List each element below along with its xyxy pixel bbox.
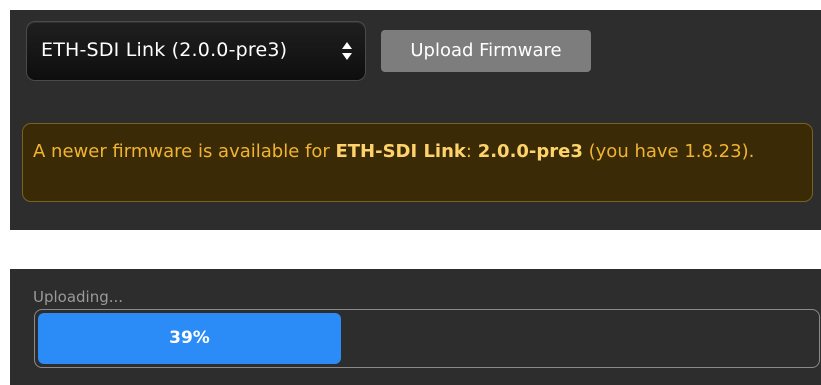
upload-progress-bar: 39% bbox=[34, 309, 820, 368]
up-down-arrows-icon bbox=[342, 42, 352, 60]
firmware-select[interactable]: ETH-SDI Link (2.0.0-pre3) bbox=[26, 21, 366, 81]
upload-progress-panel: Uploading... 39% bbox=[10, 269, 821, 385]
uploading-label: Uploading... bbox=[33, 288, 124, 306]
firmware-select-value: ETH-SDI Link (2.0.0-pre3) bbox=[41, 39, 288, 61]
alert-device-name: ETH-SDI Link bbox=[335, 141, 466, 162]
upload-progress-fill: 39% bbox=[38, 313, 341, 364]
upload-firmware-button[interactable]: Upload Firmware bbox=[381, 30, 591, 72]
alert-suffix: (you have 1.8.23). bbox=[582, 141, 755, 162]
alert-separator: : bbox=[465, 141, 478, 162]
alert-new-version: 2.0.0-pre3 bbox=[477, 141, 583, 162]
firmware-update-alert: A newer firmware is available for ETH-SD… bbox=[22, 123, 813, 202]
alert-prefix: A newer firmware is available for bbox=[33, 141, 336, 162]
firmware-panel: ETH-SDI Link (2.0.0-pre3) Upload Firmwar… bbox=[10, 10, 821, 230]
